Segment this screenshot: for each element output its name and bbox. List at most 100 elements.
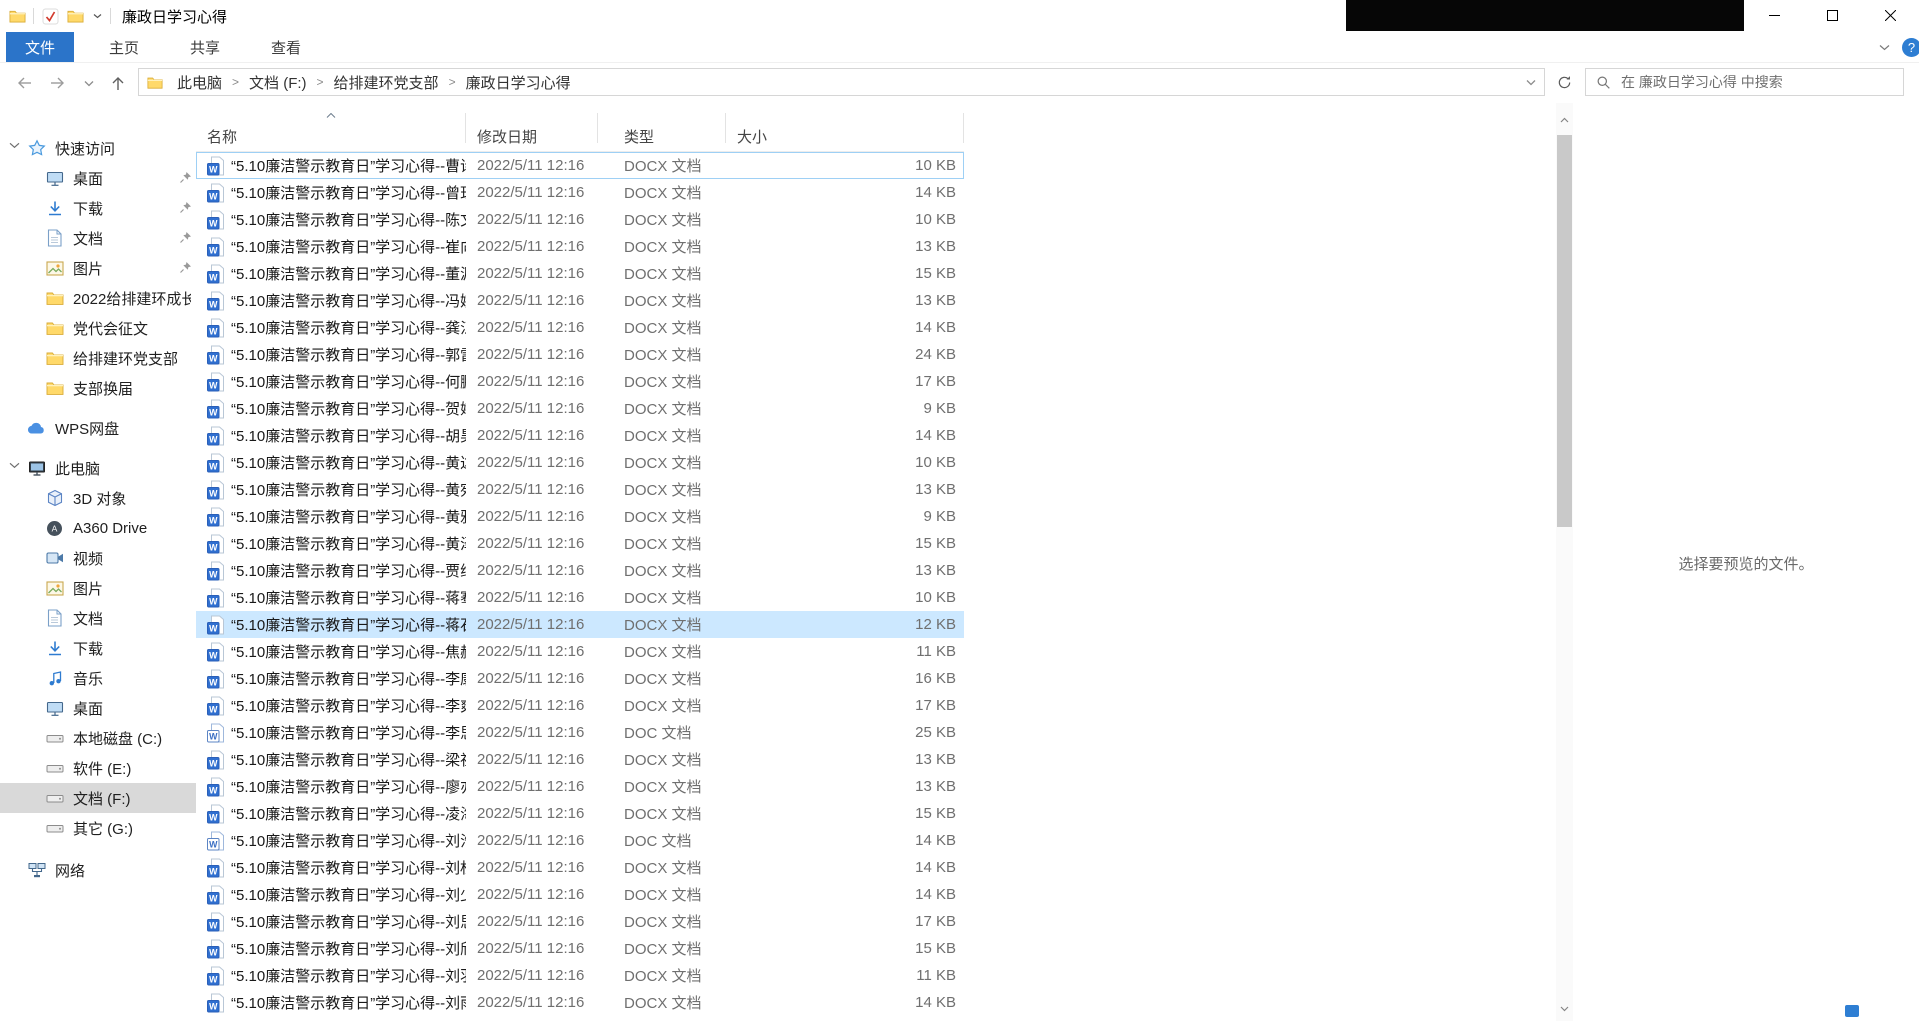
ribbon-collapse-icon[interactable]	[1879, 44, 1890, 51]
sidebar-item-22[interactable]: 其它 (G:)	[0, 813, 196, 843]
svg-text:W: W	[209, 299, 218, 309]
file-row[interactable]: W“5.10廉洁警示教育日”学习心得--李思怡2022/5/11 12:16DO…	[196, 719, 964, 746]
checkmark-qat-icon[interactable]	[41, 7, 59, 25]
file-row[interactable]: W“5.10廉洁警示教育日”学习心得--刘权2022/5/11 12:16DOC…	[196, 854, 964, 881]
minimize-button[interactable]	[1745, 0, 1803, 31]
column-header-3[interactable]: 大小	[726, 103, 964, 151]
file-size: 13 KB	[726, 778, 964, 795]
file-row[interactable]: W“5.10廉洁警示教育日”学习心得--廖亦科2022/5/11 12:16DO…	[196, 773, 964, 800]
vertical-scrollbar[interactable]	[1556, 103, 1573, 1021]
sidebar-item-18[interactable]: 桌面	[0, 693, 196, 723]
up-button[interactable]	[104, 69, 132, 97]
ribbon-tab-3[interactable]: 查看	[255, 32, 317, 62]
sidebar-item-21[interactable]: 文档 (F:)	[0, 783, 196, 813]
scroll-down-icon[interactable]	[1556, 1000, 1573, 1017]
sidebar-item-14[interactable]: 图片	[0, 573, 196, 603]
sidebar-item-12[interactable]: AA360 Drive	[0, 513, 196, 543]
file-row[interactable]: W“5.10廉洁警示教育日”学习心得--黄雅琴2022/5/11 12:16DO…	[196, 503, 964, 530]
file-row[interactable]: W“5.10廉洁警示教育日”学习心得--刘浩2022/5/11 12:16DOC…	[196, 827, 964, 854]
file-row[interactable]: W“5.10廉洁警示教育日”学习心得--龚江2022/5/11 12:16DOC…	[196, 314, 964, 341]
recent-locations-icon[interactable]	[78, 69, 100, 97]
scroll-up-icon[interactable]	[1556, 111, 1573, 128]
forward-button[interactable]	[44, 69, 72, 97]
sidebar-item-10[interactable]: 此电脑	[0, 453, 196, 483]
file-row[interactable]: W“5.10廉洁警示教育日”学习心得--蒋骞2022/5/11 12:16DOC…	[196, 584, 964, 611]
file-row[interactable]: W“5.10廉洁警示教育日”学习心得--曹诗诚2022/5/11 12:16DO…	[196, 152, 964, 179]
file-row[interactable]: W“5.10廉洁警示教育日”学习心得--贺婷2022/5/11 12:16DOC…	[196, 395, 964, 422]
file-row[interactable]: W“5.10廉洁警示教育日”学习心得--冯婉恩2022/5/11 12:16DO…	[196, 287, 964, 314]
file-row[interactable]: W“5.10廉洁警示教育日”学习心得--凌海民2022/5/11 12:16DO…	[196, 800, 964, 827]
breadcrumb-item-1[interactable]: 文档 (F:)	[243, 72, 313, 93]
sidebar-item-4[interactable]: 图片	[0, 253, 196, 283]
ribbon-tab-1[interactable]: 主页	[93, 32, 155, 62]
file-row[interactable]: W“5.10廉洁警示教育日”学习心得--梁祖意2022/5/11 12:16DO…	[196, 746, 964, 773]
sidebar-item-15[interactable]: 文档	[0, 603, 196, 633]
file-row[interactable]: W“5.10廉洁警示教育日”学习心得--李康2022/5/11 12:16DOC…	[196, 665, 964, 692]
sidebar-item-11[interactable]: 3D 对象	[0, 483, 196, 513]
file-row[interactable]: W“5.10廉洁警示教育日”学习心得--刘欣安2022/5/11 12:16DO…	[196, 935, 964, 962]
ribbon-tab-0[interactable]: 文件	[6, 32, 74, 62]
sidebar-item-7[interactable]: 给排建环党支部	[0, 343, 196, 373]
file-row[interactable]: W“5.10廉洁警示教育日”学习心得--胡昊2022/5/11 12:16DOC…	[196, 422, 964, 449]
address-dropdown-icon[interactable]	[1518, 69, 1544, 95]
scrollbar-thumb[interactable]	[1557, 135, 1572, 527]
search-input[interactable]	[1619, 73, 1903, 91]
file-row[interactable]: W“5.10廉洁警示教育日”学习心得--黄泽枫2022/5/11 12:16DO…	[196, 530, 964, 557]
file-row[interactable]: W“5.10廉洁警示教育日”学习心得--崔向可2022/5/11 12:16DO…	[196, 233, 964, 260]
file-row[interactable]: W“5.10廉洁警示教育日”学习心得--郭雷2022/5/11 12:16DOC…	[196, 341, 964, 368]
chevron-down-icon[interactable]	[9, 142, 21, 154]
sidebar-item-16[interactable]: 下载	[0, 633, 196, 663]
sidebar-item-5[interactable]: 2022给排建环成长	[0, 283, 196, 313]
column-header-2[interactable]: 类型	[598, 103, 726, 151]
file-row[interactable]: W“5.10廉洁警示教育日”学习心得--董源2022/5/11 12:16DOC…	[196, 260, 964, 287]
file-size: 13 KB	[726, 481, 964, 498]
file-name-cell: W“5.10廉洁警示教育日”学习心得--贾维娴	[196, 560, 466, 581]
ribbon-tab-2[interactable]: 共享	[174, 32, 236, 62]
breadcrumb-separator-icon[interactable]: >	[230, 75, 241, 89]
file-row[interactable]: W“5.10廉洁警示教育日”学习心得--刘雨润2022/5/11 12:16DO…	[196, 989, 964, 1016]
chevron-down-icon[interactable]	[9, 462, 21, 474]
file-row[interactable]: W“5.10廉洁警示教育日”学习心得--陈文静2022/5/11 12:16DO…	[196, 206, 964, 233]
breadcrumb-item-3[interactable]: 廉政日学习心得	[460, 72, 577, 93]
file-row[interactable]: W“5.10廉洁警示教育日”学习心得--黄达2022/5/11 12:16DOC…	[196, 449, 964, 476]
address-input[interactable]: 此电脑>文档 (F:)>给排建环党支部>廉政日学习心得	[138, 68, 1545, 96]
qat-dropdown-icon[interactable]	[91, 7, 103, 25]
file-row[interactable]: W“5.10廉洁警示教育日”学习心得--黄宛璐2022/5/11 12:16DO…	[196, 476, 964, 503]
file-row[interactable]: W“5.10廉洁警示教育日”学习心得--蒋石松2022/5/11 12:16DO…	[196, 611, 964, 638]
file-row[interactable]: W“5.10廉洁警示教育日”学习心得--李爽2022/5/11 12:16DOC…	[196, 692, 964, 719]
refresh-icon[interactable]	[1549, 68, 1579, 96]
column-header-0[interactable]: 名称	[196, 103, 466, 151]
sidebar-item-9[interactable]: WPS网盘	[0, 413, 196, 443]
column-header-1[interactable]: 修改日期	[466, 103, 598, 151]
file-row[interactable]: W“5.10廉洁警示教育日”学习心得--刘少倩2022/5/11 12:16DO…	[196, 881, 964, 908]
sidebar-item-19[interactable]: 本地磁盘 (C:)	[0, 723, 196, 753]
sidebar-item-label: 2022给排建环成长	[73, 288, 191, 309]
maximize-button[interactable]	[1803, 0, 1861, 31]
sidebar-item-13[interactable]: 视频	[0, 543, 196, 573]
sidebar-item-0[interactable]: 快速访问	[0, 133, 196, 163]
breadcrumb-separator-icon[interactable]: >	[315, 75, 326, 89]
file-row[interactable]: W“5.10廉洁警示教育日”学习心得--刘羽莛2022/5/11 12:16DO…	[196, 962, 964, 989]
sidebar-item-20[interactable]: 软件 (E:)	[0, 753, 196, 783]
folder-qat-icon[interactable]	[66, 7, 84, 25]
help-icon[interactable]: ?	[1902, 38, 1919, 57]
file-row[interactable]: W“5.10廉洁警示教育日”学习心得--刘思慧2022/5/11 12:16DO…	[196, 908, 964, 935]
close-button[interactable]	[1861, 0, 1919, 31]
sidebar-item-23[interactable]: 网络	[0, 855, 196, 885]
sidebar-item-6[interactable]: 党代会征文	[0, 313, 196, 343]
sidebar-item-2[interactable]: 下载	[0, 193, 196, 223]
sidebar-item-3[interactable]: 文档	[0, 223, 196, 253]
breadcrumb-separator-icon[interactable]: >	[447, 75, 458, 89]
breadcrumb-item-2[interactable]: 给排建环党支部	[328, 72, 445, 93]
file-size: 13 KB	[726, 751, 964, 768]
file-row[interactable]: W“5.10廉洁警示教育日”学习心得--焦赫霖2022/5/11 12:16DO…	[196, 638, 964, 665]
breadcrumb-item-0[interactable]: 此电脑	[171, 72, 228, 93]
back-button[interactable]	[10, 69, 38, 97]
file-row[interactable]: W“5.10廉洁警示教育日”学习心得--何鹏涛2022/5/11 12:16DO…	[196, 368, 964, 395]
sidebar-item-8[interactable]: 支部换届	[0, 373, 196, 403]
file-row[interactable]: W“5.10廉洁警示教育日”学习心得--贾维娴2022/5/11 12:16DO…	[196, 557, 964, 584]
file-name: “5.10廉洁警示教育日”学习心得--刘雨润	[231, 992, 466, 1013]
sidebar-item-17[interactable]: 音乐	[0, 663, 196, 693]
file-row[interactable]: W“5.10廉洁警示教育日”学习心得--曾珏婷2022/5/11 12:16DO…	[196, 179, 964, 206]
sidebar-item-1[interactable]: 桌面	[0, 163, 196, 193]
